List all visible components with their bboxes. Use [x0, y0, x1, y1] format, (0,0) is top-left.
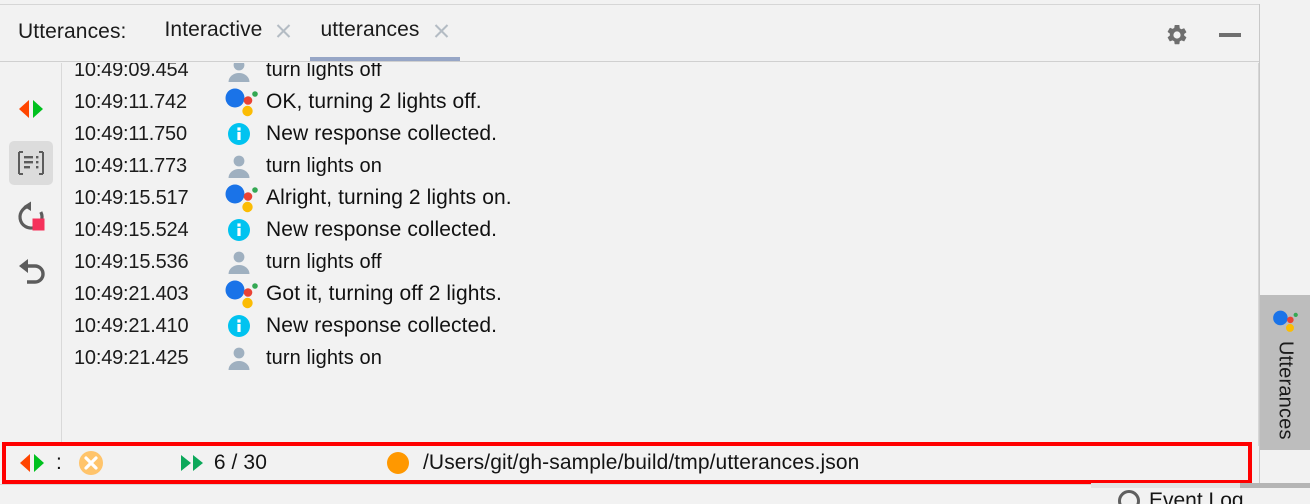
- utterances-tool-window: Utterances: Interactive utterances 10:49…: [0, 0, 1310, 504]
- log-row-timestamp: 10:49:21.410: [74, 314, 189, 337]
- horizontal-scrollbar[interactable]: [1091, 483, 1310, 488]
- user-icon: [228, 63, 250, 82]
- log-row-icon: [222, 87, 266, 117]
- minimize-icon: [1219, 33, 1241, 37]
- log-row-timestamp: 10:49:21.403: [74, 282, 189, 305]
- log-row-timestamp: 10:49:15.524: [74, 218, 189, 241]
- assistant-icon: [225, 184, 258, 213]
- assistant-icon: [225, 88, 258, 117]
- log-row-icon: [222, 63, 266, 83]
- log-row-message: turn lights on: [266, 346, 382, 369]
- status-file-indicator[interactable]: /Users/git/gh-sample/build/tmp/utterance…: [387, 451, 859, 475]
- assistant-icon: [1273, 310, 1298, 332]
- log-row[interactable]: 10:49:11.773 turn lights on: [62, 150, 1258, 182]
- log-row-timestamp: 10:49:21.425: [74, 346, 189, 369]
- status-progress: 6 / 30: [180, 451, 267, 475]
- utterance-log-list: 10:49:09.454 turn lights off 10:49:11.742 O…: [62, 63, 1258, 374]
- diff-arrows-icon: [18, 100, 43, 118]
- log-row-timestamp: 10:49:11.750: [74, 122, 187, 145]
- info-icon: [228, 315, 250, 337]
- log-row-message: New response collected.: [266, 218, 498, 241]
- tab-interactive-label: Interactive: [164, 18, 263, 41]
- soft-wrap-button[interactable]: [8, 141, 53, 185]
- event-log-button[interactable]: Event Log: [1118, 489, 1244, 504]
- undo-arrow-icon: [18, 259, 45, 284]
- log-row-icon: [222, 249, 266, 275]
- minimize-button[interactable]: [1219, 33, 1241, 37]
- tool-window-header: Utterances: Interactive utterances: [0, 4, 1259, 62]
- log-row-icon: [222, 183, 266, 213]
- rerun-stop-button[interactable]: [9, 195, 53, 239]
- log-row-message: New response collected.: [266, 122, 498, 145]
- event-log-label: Event Log: [1149, 489, 1244, 504]
- log-row-message: New response collected.: [266, 314, 498, 337]
- log-row-timestamp: 10:49:11.742: [74, 90, 187, 113]
- log-row[interactable]: 10:49:21.410 New response collected.: [62, 310, 1258, 342]
- log-row-timestamp: 10:49:15.536: [74, 250, 189, 273]
- log-row[interactable]: 10:49:15.536 turn lights off: [62, 246, 1258, 278]
- tab-utterances[interactable]: utterances: [306, 5, 463, 61]
- log-row-icon: [222, 218, 266, 242]
- stripe-tab-utterances[interactable]: Utterances: [1260, 295, 1310, 450]
- utterance-status-bar: : 6 / 30 /Users/git/gh-sample/build/tmp/…: [2, 442, 1252, 484]
- log-row-message: turn lights off: [266, 63, 382, 81]
- log-row-timestamp: 10:49:09.454: [74, 63, 189, 81]
- close-icon[interactable]: [275, 22, 292, 45]
- header-actions: [1165, 23, 1241, 47]
- rollback-button[interactable]: [9, 249, 53, 293]
- log-row[interactable]: 10:49:21.425 turn lights on: [62, 342, 1258, 374]
- left-toolbar: [0, 63, 62, 504]
- log-row-timestamp: 10:49:11.773: [74, 154, 187, 177]
- fast-forward-icon: [180, 455, 203, 471]
- log-row-timestamp: 10:49:15.517: [74, 186, 189, 209]
- log-row-icon: [222, 122, 266, 146]
- log-row-icon: [222, 345, 266, 371]
- log-row[interactable]: 10:49:11.750 New response collected.: [62, 118, 1258, 150]
- log-row[interactable]: 10:49:09.454 turn lights off: [62, 63, 1258, 86]
- circle-outline-icon: [1118, 490, 1140, 504]
- utterance-log-panel[interactable]: 10:49:09.454 turn lights off 10:49:11.742 O…: [62, 63, 1259, 446]
- stripe-tab-label: Utterances: [1274, 341, 1297, 440]
- log-row[interactable]: 10:49:15.517 Alright, turning 2 lights on…: [62, 182, 1258, 214]
- log-row-message: Alright, turning 2 lights on.: [266, 186, 512, 209]
- log-row-icon: [222, 153, 266, 179]
- tab-utterances-label: utterances: [320, 18, 420, 41]
- log-row[interactable]: 10:49:21.403 Got it, turning off 2 lights…: [62, 278, 1258, 310]
- horizontal-scrollbar-thumb[interactable]: [1240, 483, 1310, 488]
- status-progress-text: 6 / 30: [213, 451, 267, 474]
- diff-arrows-icon: [20, 454, 44, 472]
- status-error-indicator[interactable]: [78, 450, 104, 476]
- status-diff-control[interactable]: :: [18, 451, 68, 475]
- info-icon: [228, 219, 250, 241]
- tab-bar: Interactive utterances: [150, 5, 463, 61]
- user-icon: [228, 251, 250, 274]
- gear-icon: [1167, 24, 1187, 45]
- orange-dot-icon: [387, 452, 409, 474]
- log-row-message: turn lights off: [266, 250, 382, 273]
- log-row-message: turn lights on: [266, 154, 382, 177]
- user-icon: [228, 347, 250, 370]
- soft-wrap-icon: [17, 151, 44, 175]
- status-file-path: /Users/git/gh-sample/build/tmp/utterance…: [423, 451, 860, 474]
- log-row-icon: [222, 279, 266, 309]
- tool-window-title: Utterances:: [18, 20, 127, 43]
- assistant-icon: [225, 280, 258, 309]
- close-icon[interactable]: [433, 22, 450, 45]
- log-row[interactable]: 10:49:11.742 OK, turning 2 lights off.: [62, 86, 1258, 118]
- right-tool-stripe: Utterances: [1259, 4, 1310, 484]
- log-row-icon: [222, 314, 266, 338]
- log-row-message: Got it, turning off 2 lights.: [266, 282, 502, 305]
- info-icon: [228, 123, 250, 145]
- log-row-message: OK, turning 2 lights off.: [266, 90, 482, 113]
- compare-diff-button[interactable]: [9, 87, 53, 131]
- rerun-stop-icon: [17, 201, 44, 231]
- user-icon: [228, 155, 250, 178]
- settings-gear-button[interactable]: [1165, 23, 1189, 47]
- error-circle-icon: [78, 451, 103, 475]
- log-row[interactable]: 10:49:15.524 New response collected.: [62, 214, 1258, 246]
- tab-interactive[interactable]: Interactive: [150, 5, 306, 61]
- status-separator: :: [56, 451, 62, 474]
